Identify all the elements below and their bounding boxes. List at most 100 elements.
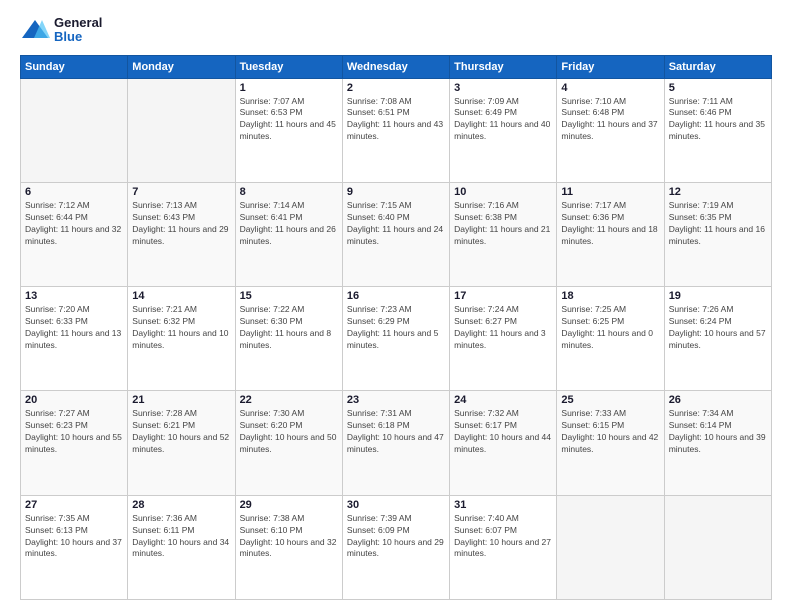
day-number: 23 [347,394,445,406]
day-number: 16 [347,290,445,302]
calendar-cell [557,495,664,599]
calendar-cell: 9 Sunrise: 7:15 AM Sunset: 6:40 PM Daylig… [342,182,449,286]
day-info: Sunrise: 7:08 AM Sunset: 6:51 PM Dayligh… [347,96,445,144]
day-number: 30 [347,499,445,511]
page: General Blue SundayMondayTuesdayWednesda… [0,0,792,612]
calendar-cell: 16 Sunrise: 7:23 AM Sunset: 6:29 PM Dayli… [342,287,449,391]
week-row-2: 6 Sunrise: 7:12 AM Sunset: 6:44 PM Daylig… [21,182,772,286]
calendar-cell: 23 Sunrise: 7:31 AM Sunset: 6:18 PM Dayli… [342,391,449,495]
day-info: Sunrise: 7:16 AM Sunset: 6:38 PM Dayligh… [454,200,552,248]
day-number: 21 [132,394,230,406]
day-number: 22 [240,394,338,406]
day-number: 2 [347,82,445,94]
calendar-cell: 11 Sunrise: 7:17 AM Sunset: 6:36 PM Dayli… [557,182,664,286]
calendar-cell [664,495,771,599]
day-info: Sunrise: 7:27 AM Sunset: 6:23 PM Dayligh… [25,408,123,456]
day-number: 1 [240,82,338,94]
weekday-friday: Friday [557,55,664,78]
day-number: 10 [454,186,552,198]
calendar-cell: 26Sunrise: 7:34 AM Sunset: 6:14 PM Dayli… [664,391,771,495]
weekday-header-row: SundayMondayTuesdayWednesdayThursdayFrid… [21,55,772,78]
day-number: 24 [454,394,552,406]
calendar-cell: 10 Sunrise: 7:16 AM Sunset: 6:38 PM Dayli… [450,182,557,286]
day-number: 18 [561,290,659,302]
logo-text: General Blue [54,16,102,45]
weekday-tuesday: Tuesday [235,55,342,78]
calendar-cell: 20 Sunrise: 7:27 AM Sunset: 6:23 PM Dayli… [21,391,128,495]
day-info: Sunrise: 7:26 AM Sunset: 6:24 PM Dayligh… [669,304,767,352]
calendar-cell: 6 Sunrise: 7:12 AM Sunset: 6:44 PM Daylig… [21,182,128,286]
day-info: Sunrise: 7:17 AM Sunset: 6:36 PM Dayligh… [561,200,659,248]
calendar-cell [128,78,235,182]
day-info: Sunrise: 7:07 AM Sunset: 6:53 PM Dayligh… [240,96,338,144]
day-number: 12 [669,186,767,198]
day-info: Sunrise: 7:13 AM Sunset: 6:43 PM Dayligh… [132,200,230,248]
day-info: Sunrise: 7:31 AM Sunset: 6:18 PM Dayligh… [347,408,445,456]
day-number: 4 [561,82,659,94]
day-number: 14 [132,290,230,302]
week-row-5: 27 Sunrise: 7:35 AM Sunset: 6:13 PM Dayli… [21,495,772,599]
weekday-thursday: Thursday [450,55,557,78]
day-info: Sunrise: 7:21 AM Sunset: 6:32 PM Dayligh… [132,304,230,352]
day-info: Sunrise: 7:36 AM Sunset: 6:11 PM Dayligh… [132,513,230,561]
day-number: 20 [25,394,123,406]
day-info: Sunrise: 7:40 AM Sunset: 6:07 PM Dayligh… [454,513,552,561]
day-number: 13 [25,290,123,302]
day-info: Sunrise: 7:38 AM Sunset: 6:10 PM Dayligh… [240,513,338,561]
calendar-cell [21,78,128,182]
calendar-cell: 21 Sunrise: 7:28 AM Sunset: 6:21 PM Dayli… [128,391,235,495]
logo: General Blue [20,16,102,45]
calendar-cell: 2 Sunrise: 7:08 AM Sunset: 6:51 PM Daylig… [342,78,449,182]
calendar-cell: 3Sunrise: 7:09 AM Sunset: 6:49 PM Daylig… [450,78,557,182]
day-number: 15 [240,290,338,302]
calendar-cell: 22Sunrise: 7:30 AM Sunset: 6:20 PM Dayli… [235,391,342,495]
weekday-saturday: Saturday [664,55,771,78]
calendar-cell: 8 Sunrise: 7:14 AM Sunset: 6:41 PM Daylig… [235,182,342,286]
calendar-cell: 4 Sunrise: 7:10 AM Sunset: 6:48 PM Daylig… [557,78,664,182]
calendar-cell: 14 Sunrise: 7:21 AM Sunset: 6:32 PM Dayli… [128,287,235,391]
day-number: 6 [25,186,123,198]
calendar-cell: 24 Sunrise: 7:32 AM Sunset: 6:17 PM Dayli… [450,391,557,495]
calendar-cell: 25Sunrise: 7:33 AM Sunset: 6:15 PM Dayli… [557,391,664,495]
calendar-cell: 18 Sunrise: 7:25 AM Sunset: 6:25 PM Dayli… [557,287,664,391]
day-number: 11 [561,186,659,198]
day-info: Sunrise: 7:35 AM Sunset: 6:13 PM Dayligh… [25,513,123,561]
calendar-cell: 17Sunrise: 7:24 AM Sunset: 6:27 PM Dayli… [450,287,557,391]
day-info: Sunrise: 7:23 AM Sunset: 6:29 PM Dayligh… [347,304,445,352]
day-info: Sunrise: 7:11 AM Sunset: 6:46 PM Dayligh… [669,96,767,144]
weekday-sunday: Sunday [21,55,128,78]
day-info: Sunrise: 7:12 AM Sunset: 6:44 PM Dayligh… [25,200,123,248]
day-number: 7 [132,186,230,198]
calendar-cell: 12Sunrise: 7:19 AM Sunset: 6:35 PM Dayli… [664,182,771,286]
day-info: Sunrise: 7:22 AM Sunset: 6:30 PM Dayligh… [240,304,338,352]
day-number: 19 [669,290,767,302]
day-info: Sunrise: 7:20 AM Sunset: 6:33 PM Dayligh… [25,304,123,352]
day-number: 25 [561,394,659,406]
day-info: Sunrise: 7:28 AM Sunset: 6:21 PM Dayligh… [132,408,230,456]
calendar-cell: 28Sunrise: 7:36 AM Sunset: 6:11 PM Dayli… [128,495,235,599]
calendar-cell: 5 Sunrise: 7:11 AM Sunset: 6:46 PM Daylig… [664,78,771,182]
day-number: 29 [240,499,338,511]
day-info: Sunrise: 7:24 AM Sunset: 6:27 PM Dayligh… [454,304,552,352]
day-number: 3 [454,82,552,94]
calendar-cell: 15 Sunrise: 7:22 AM Sunset: 6:30 PM Dayli… [235,287,342,391]
calendar-cell: 7 Sunrise: 7:13 AM Sunset: 6:43 PM Daylig… [128,182,235,286]
day-number: 27 [25,499,123,511]
day-info: Sunrise: 7:39 AM Sunset: 6:09 PM Dayligh… [347,513,445,561]
calendar-cell: 13 Sunrise: 7:20 AM Sunset: 6:33 PM Dayli… [21,287,128,391]
day-info: Sunrise: 7:14 AM Sunset: 6:41 PM Dayligh… [240,200,338,248]
calendar-table: SundayMondayTuesdayWednesdayThursdayFrid… [20,55,772,600]
calendar-cell: 29 Sunrise: 7:38 AM Sunset: 6:10 PM Dayli… [235,495,342,599]
day-info: Sunrise: 7:25 AM Sunset: 6:25 PM Dayligh… [561,304,659,352]
day-info: Sunrise: 7:10 AM Sunset: 6:48 PM Dayligh… [561,96,659,144]
day-info: Sunrise: 7:32 AM Sunset: 6:17 PM Dayligh… [454,408,552,456]
calendar-cell: 19 Sunrise: 7:26 AM Sunset: 6:24 PM Dayli… [664,287,771,391]
calendar-cell: 31Sunrise: 7:40 AM Sunset: 6:07 PM Dayli… [450,495,557,599]
day-info: Sunrise: 7:15 AM Sunset: 6:40 PM Dayligh… [347,200,445,248]
weekday-wednesday: Wednesday [342,55,449,78]
day-info: Sunrise: 7:34 AM Sunset: 6:14 PM Dayligh… [669,408,767,456]
day-number: 5 [669,82,767,94]
day-number: 9 [347,186,445,198]
day-number: 8 [240,186,338,198]
calendar-cell: 27 Sunrise: 7:35 AM Sunset: 6:13 PM Dayli… [21,495,128,599]
